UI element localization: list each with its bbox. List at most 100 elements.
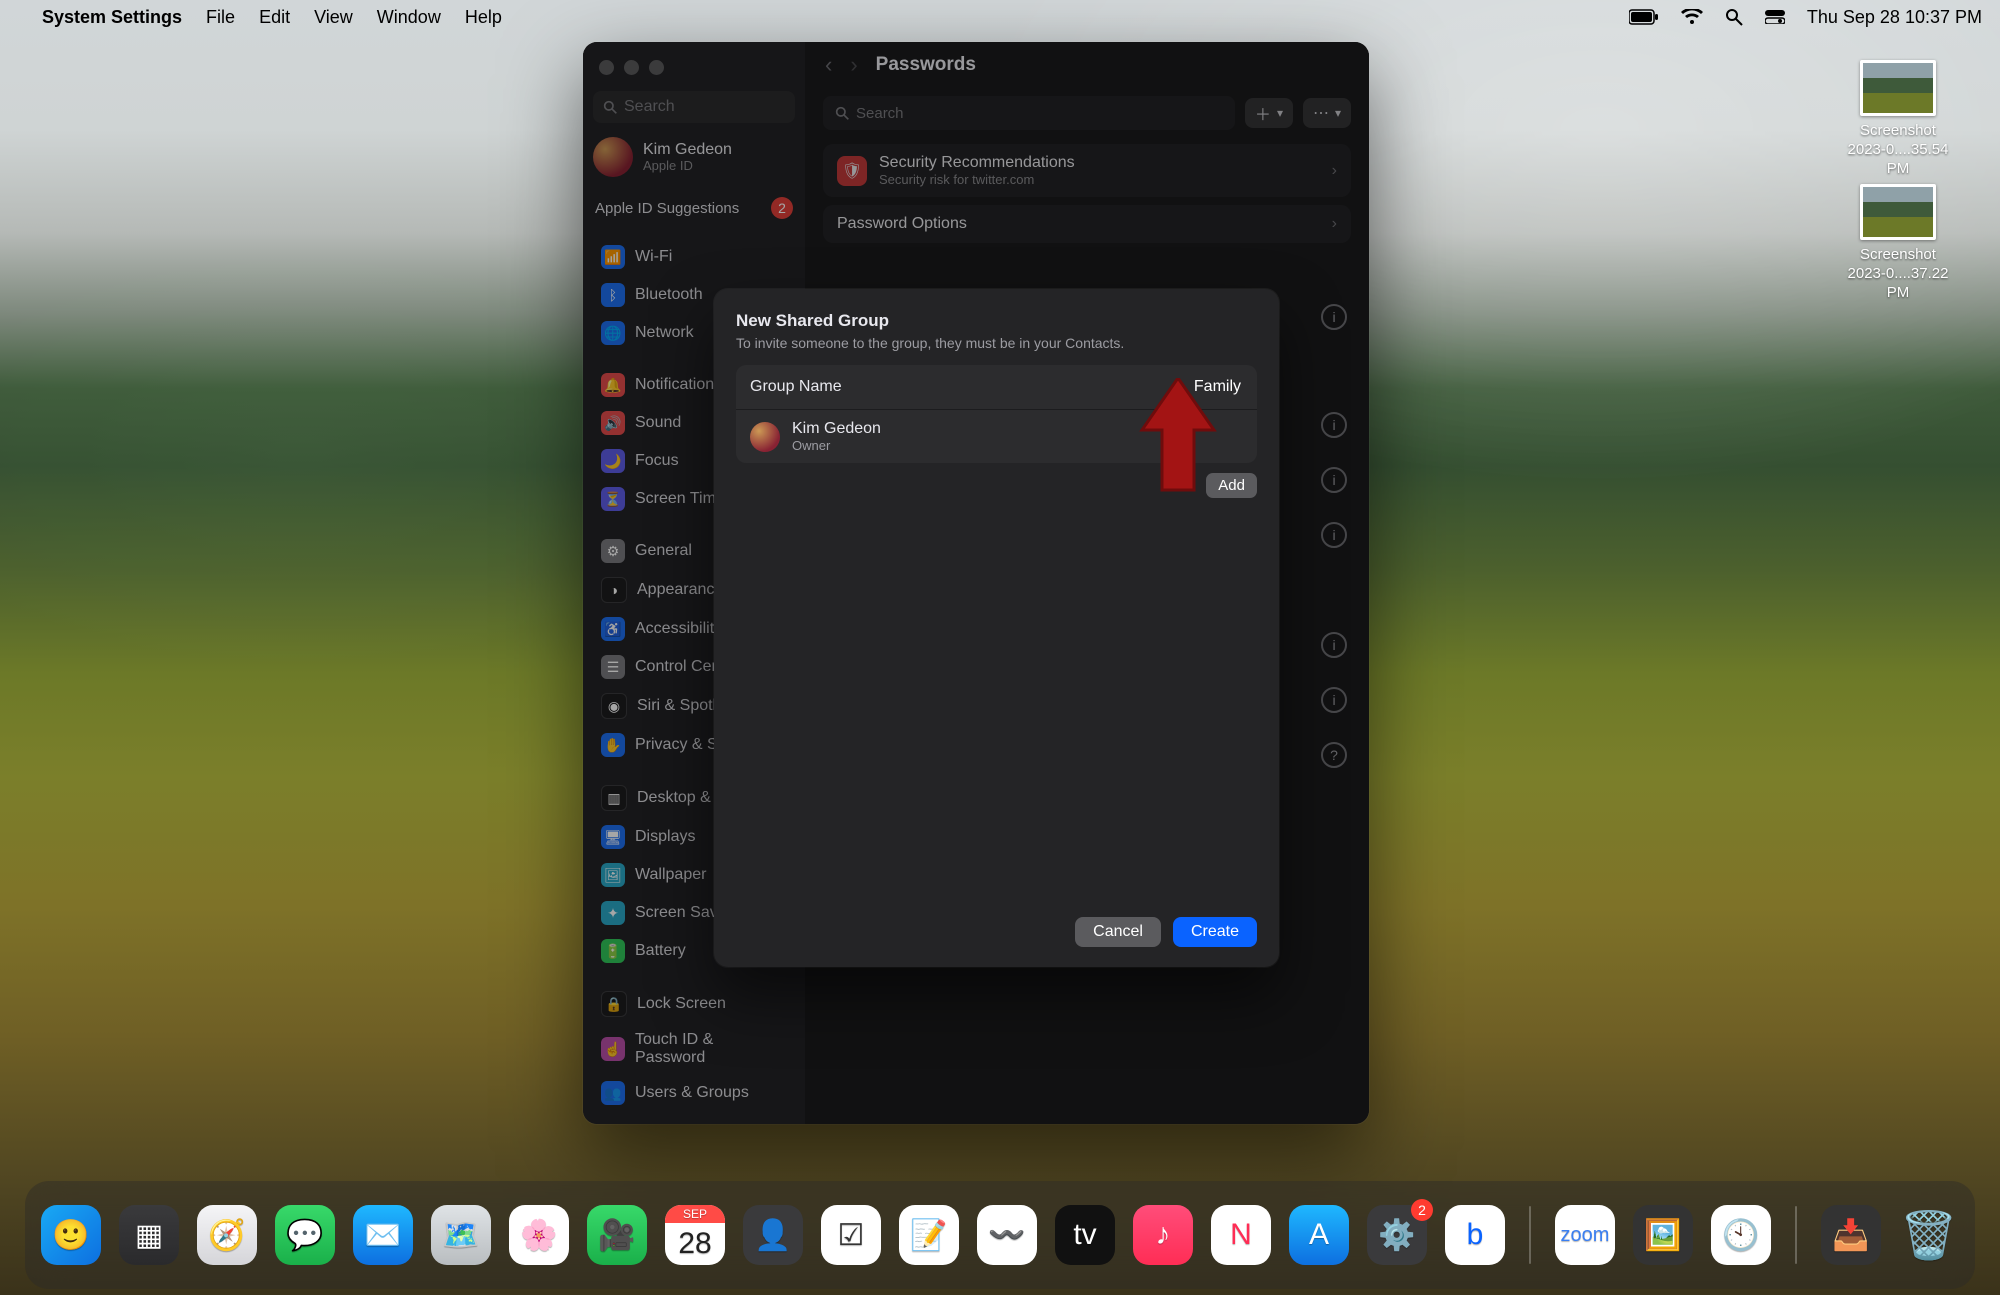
- info-icon[interactable]: i: [1321, 467, 1347, 493]
- sidebar-item-icon: 🔋: [601, 939, 625, 963]
- badge: 2: [1411, 1199, 1433, 1221]
- dock-preview[interactable]: 🖼️: [1633, 1205, 1693, 1265]
- dock-separator: [1529, 1206, 1531, 1264]
- dock-facetime[interactable]: 🎥: [587, 1205, 647, 1265]
- dock-calendar[interactable]: SEP28: [665, 1205, 725, 1265]
- sidebar-item-label: Wi-Fi: [635, 248, 672, 266]
- add-people-button[interactable]: Add: [1206, 473, 1257, 498]
- sidebar-item-icon: 🌐: [601, 321, 625, 345]
- search-icon: [835, 106, 850, 121]
- passwords-search-input[interactable]: Search: [823, 96, 1235, 130]
- screenshot-thumb-icon: [1860, 60, 1936, 116]
- dock-news[interactable]: N: [1211, 1205, 1271, 1265]
- sidebar-item-icon: ⏳: [601, 487, 625, 511]
- sidebar-item-icon: 🔔: [601, 373, 625, 397]
- dock-music[interactable]: ♪: [1133, 1205, 1193, 1265]
- dock-freeform[interactable]: 〰️: [977, 1205, 1037, 1265]
- spotlight-icon[interactable]: [1725, 8, 1743, 26]
- owner-role: Owner: [792, 438, 881, 453]
- app-menu[interactable]: System Settings: [42, 7, 182, 28]
- chevron-right-icon: ›: [1332, 162, 1337, 180]
- sidebar-item-wi-fi[interactable]: 📶 Wi-Fi: [593, 239, 795, 275]
- dock-notes[interactable]: 📝: [899, 1205, 959, 1265]
- add-password-button[interactable]: ＋ ▾: [1245, 98, 1293, 128]
- sidebar-item-icon: ☝: [601, 1037, 625, 1061]
- dock-separator: [1795, 1206, 1797, 1264]
- maximize-icon[interactable]: [649, 60, 664, 75]
- group-name-input[interactable]: [1079, 377, 1243, 397]
- sidebar-item-users-groups[interactable]: 👥Users & Groups: [593, 1075, 795, 1111]
- desktop-file-screenshot-2[interactable]: Screenshot2023-0....37.22 PM: [1838, 184, 1958, 302]
- owner-row: Kim Gedeon Owner: [736, 409, 1257, 463]
- dock-zoom[interactable]: zoom: [1555, 1205, 1615, 1265]
- more-button[interactable]: ⋯ ▾: [1303, 98, 1351, 128]
- dock-photos[interactable]: 🌸: [509, 1205, 569, 1265]
- back-icon[interactable]: ‹: [825, 52, 832, 78]
- menu-view[interactable]: View: [314, 7, 353, 28]
- sidebar-item-touch-id-password[interactable]: ☝Touch ID & Password: [593, 1025, 795, 1073]
- info-icon[interactable]: i: [1321, 687, 1347, 713]
- sidebar-item-icon: ✋: [601, 733, 625, 757]
- sidebar-item-lock-screen[interactable]: 🔒Lock Screen: [593, 985, 795, 1023]
- dock-finder[interactable]: 🙂: [41, 1205, 101, 1265]
- password-options-row[interactable]: Password Options ›: [823, 205, 1351, 243]
- sidebar-account[interactable]: Kim Gedeon Apple ID: [583, 133, 805, 189]
- close-icon[interactable]: [599, 60, 614, 75]
- dock-messages[interactable]: 💬: [275, 1205, 335, 1265]
- sidebar-item-icon: 📶: [601, 245, 625, 269]
- avatar: [750, 422, 780, 452]
- shield-icon: 🛡: [837, 156, 867, 186]
- sidebar-item-icon: ▥: [601, 785, 627, 811]
- sidebar-item-label: Sound: [635, 414, 681, 432]
- dock-tv[interactable]: tv: [1055, 1205, 1115, 1265]
- dock-maps[interactable]: 🗺️: [431, 1205, 491, 1265]
- sidebar-item-label: Wallpaper: [635, 866, 706, 884]
- sidebar-item-icon: ⚙: [601, 539, 625, 563]
- dock-downloads[interactable]: 📥: [1821, 1205, 1881, 1265]
- dock-clock[interactable]: 🕙: [1711, 1205, 1771, 1265]
- sidebar-item-label: Appearance: [637, 581, 723, 599]
- menubar: System Settings File Edit View Window He…: [0, 0, 2000, 34]
- search-icon: [603, 100, 618, 115]
- menu-edit[interactable]: Edit: [259, 7, 290, 28]
- info-icon[interactable]: i: [1321, 632, 1347, 658]
- dock-reminders[interactable]: ☑︎: [821, 1205, 881, 1265]
- info-icon[interactable]: i: [1321, 522, 1347, 548]
- battery-icon[interactable]: [1629, 9, 1659, 25]
- menu-file[interactable]: File: [206, 7, 235, 28]
- dock-bing[interactable]: b: [1445, 1205, 1505, 1265]
- dock-mail[interactable]: ✉️: [353, 1205, 413, 1265]
- wifi-icon[interactable]: [1681, 9, 1703, 25]
- dock-launchpad[interactable]: ▦: [119, 1205, 179, 1265]
- dock: 🙂 ▦ 🧭 💬 ✉️ 🗺️ 🌸 🎥 SEP28 👤 ☑︎ 📝 〰️ tv ♪ N…: [25, 1181, 1975, 1289]
- sheet-subtitle: To invite someone to the group, they mus…: [736, 335, 1257, 351]
- dock-safari[interactable]: 🧭: [197, 1205, 257, 1265]
- sidebar-item-label: Notifications: [635, 376, 722, 394]
- sidebar-item-label: Bluetooth: [635, 286, 703, 304]
- info-icon[interactable]: i: [1321, 304, 1347, 330]
- control-center-icon[interactable]: [1765, 10, 1785, 24]
- sidebar-item-icon: 🖥: [601, 825, 625, 849]
- menu-help[interactable]: Help: [465, 7, 502, 28]
- info-icon[interactable]: i: [1321, 412, 1347, 438]
- forward-icon[interactable]: ›: [850, 52, 857, 78]
- new-shared-group-sheet: New Shared Group To invite someone to th…: [714, 289, 1279, 967]
- sidebar-item-icon: ◉: [601, 693, 627, 719]
- cancel-button[interactable]: Cancel: [1075, 917, 1161, 947]
- help-icon[interactable]: ?: [1321, 742, 1347, 768]
- dock-trash[interactable]: 🗑️: [1899, 1205, 1959, 1265]
- desktop-file-screenshot-1[interactable]: Screenshot2023-0....35.54 PM: [1838, 60, 1958, 178]
- dock-appstore[interactable]: A: [1289, 1205, 1349, 1265]
- security-recommendations-row[interactable]: 🛡 Security Recommendations Security risk…: [823, 144, 1351, 197]
- create-button[interactable]: Create: [1173, 917, 1257, 947]
- menu-window[interactable]: Window: [377, 7, 441, 28]
- sidebar-item-label: Users & Groups: [635, 1084, 749, 1102]
- sidebar-item-label: General: [635, 542, 692, 560]
- minimize-icon[interactable]: [624, 60, 639, 75]
- menubar-clock[interactable]: Thu Sep 28 10:37 PM: [1807, 7, 1982, 28]
- sidebar-item-label: Screen Time: [635, 490, 725, 508]
- sidebar-search-input[interactable]: Search: [593, 91, 795, 123]
- window-traffic-lights: [583, 48, 805, 87]
- dock-contacts[interactable]: 👤: [743, 1205, 803, 1265]
- sidebar-suggestions[interactable]: Apple ID Suggestions 2: [583, 189, 805, 231]
